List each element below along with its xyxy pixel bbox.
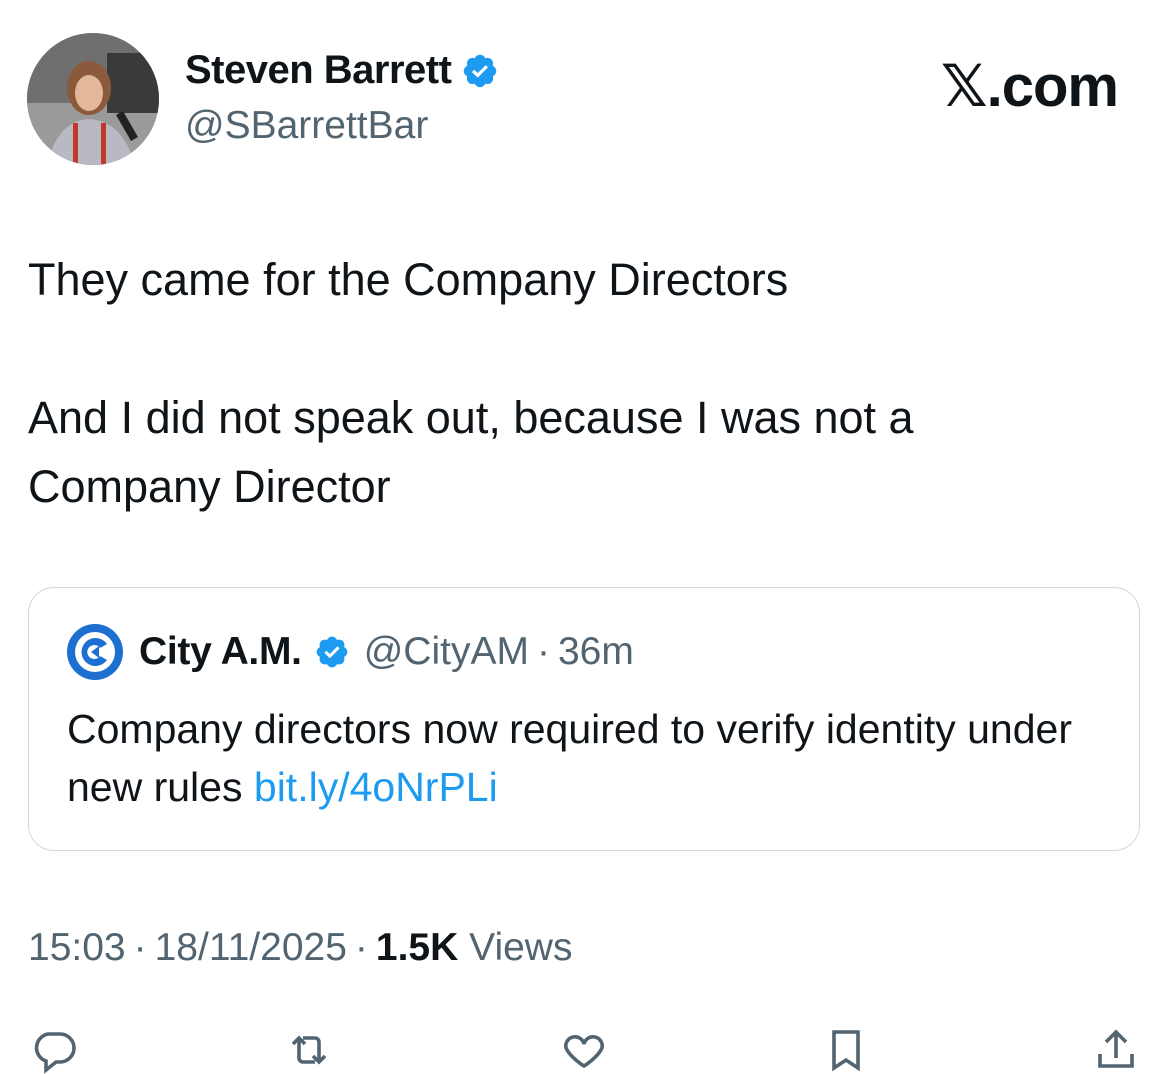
quoted-display-name[interactable]: City A.M. [139,630,302,674]
avatar-photo [27,33,159,165]
quoted-header: City A.M. @CityAM · 36m [67,624,634,680]
quoted-handle[interactable]: @CityAM [364,630,529,674]
tweet-line: Company Director [28,461,391,512]
author-name[interactable]: Steven Barrett [185,48,499,93]
brand-logo: 𝕏.com [940,54,1119,119]
verified-badge-icon [316,636,348,668]
retweet-button[interactable] [285,1026,333,1074]
like-button[interactable] [560,1026,608,1074]
tweet-meta: 15:03 · 18/11/2025 · 1.5K Views [28,926,572,970]
quoted-timestamp[interactable]: 36m [558,630,634,674]
share-icon [1098,1029,1134,1068]
tweet-line: They came for the Company Directors [28,254,789,305]
author-display-name[interactable]: Steven Barrett [185,48,452,93]
city-am-logo-icon [67,624,123,680]
share-button[interactable] [1092,1026,1140,1074]
quoted-text: Company directors now required to verify… [67,700,1107,816]
reply-icon [34,1032,76,1074]
views-label: Views [469,926,573,969]
separator-dot: · [354,926,368,969]
like-icon [563,1034,605,1069]
bookmark-icon [832,1030,860,1072]
verified-badge-icon [464,54,497,87]
reply-button[interactable] [30,1026,78,1074]
tweet-text: They came for the Company Directors And … [28,245,1128,521]
separator-dot: · [133,926,147,969]
separator-dot: · [536,630,550,673]
author-handle[interactable]: @SBarrettBar [185,104,428,148]
quoted-link[interactable]: bit.ly/4oNrPLi [254,764,498,810]
quoted-tweet[interactable]: City A.M. @CityAM · 36m Company director… [28,587,1140,851]
quoted-body: Company directors now required to verify… [67,706,1072,810]
tweet-line: And I did not speak out, because I was n… [28,392,914,443]
tweet-time[interactable]: 15:03 [28,926,126,969]
avatar[interactable] [27,33,159,165]
views-count[interactable]: 1.5K [376,926,458,969]
tweet-date[interactable]: 18/11/2025 [155,926,347,969]
action-bar [0,1018,1170,1074]
bookmark-button[interactable] [822,1026,870,1074]
retweet-icon [291,1035,327,1065]
